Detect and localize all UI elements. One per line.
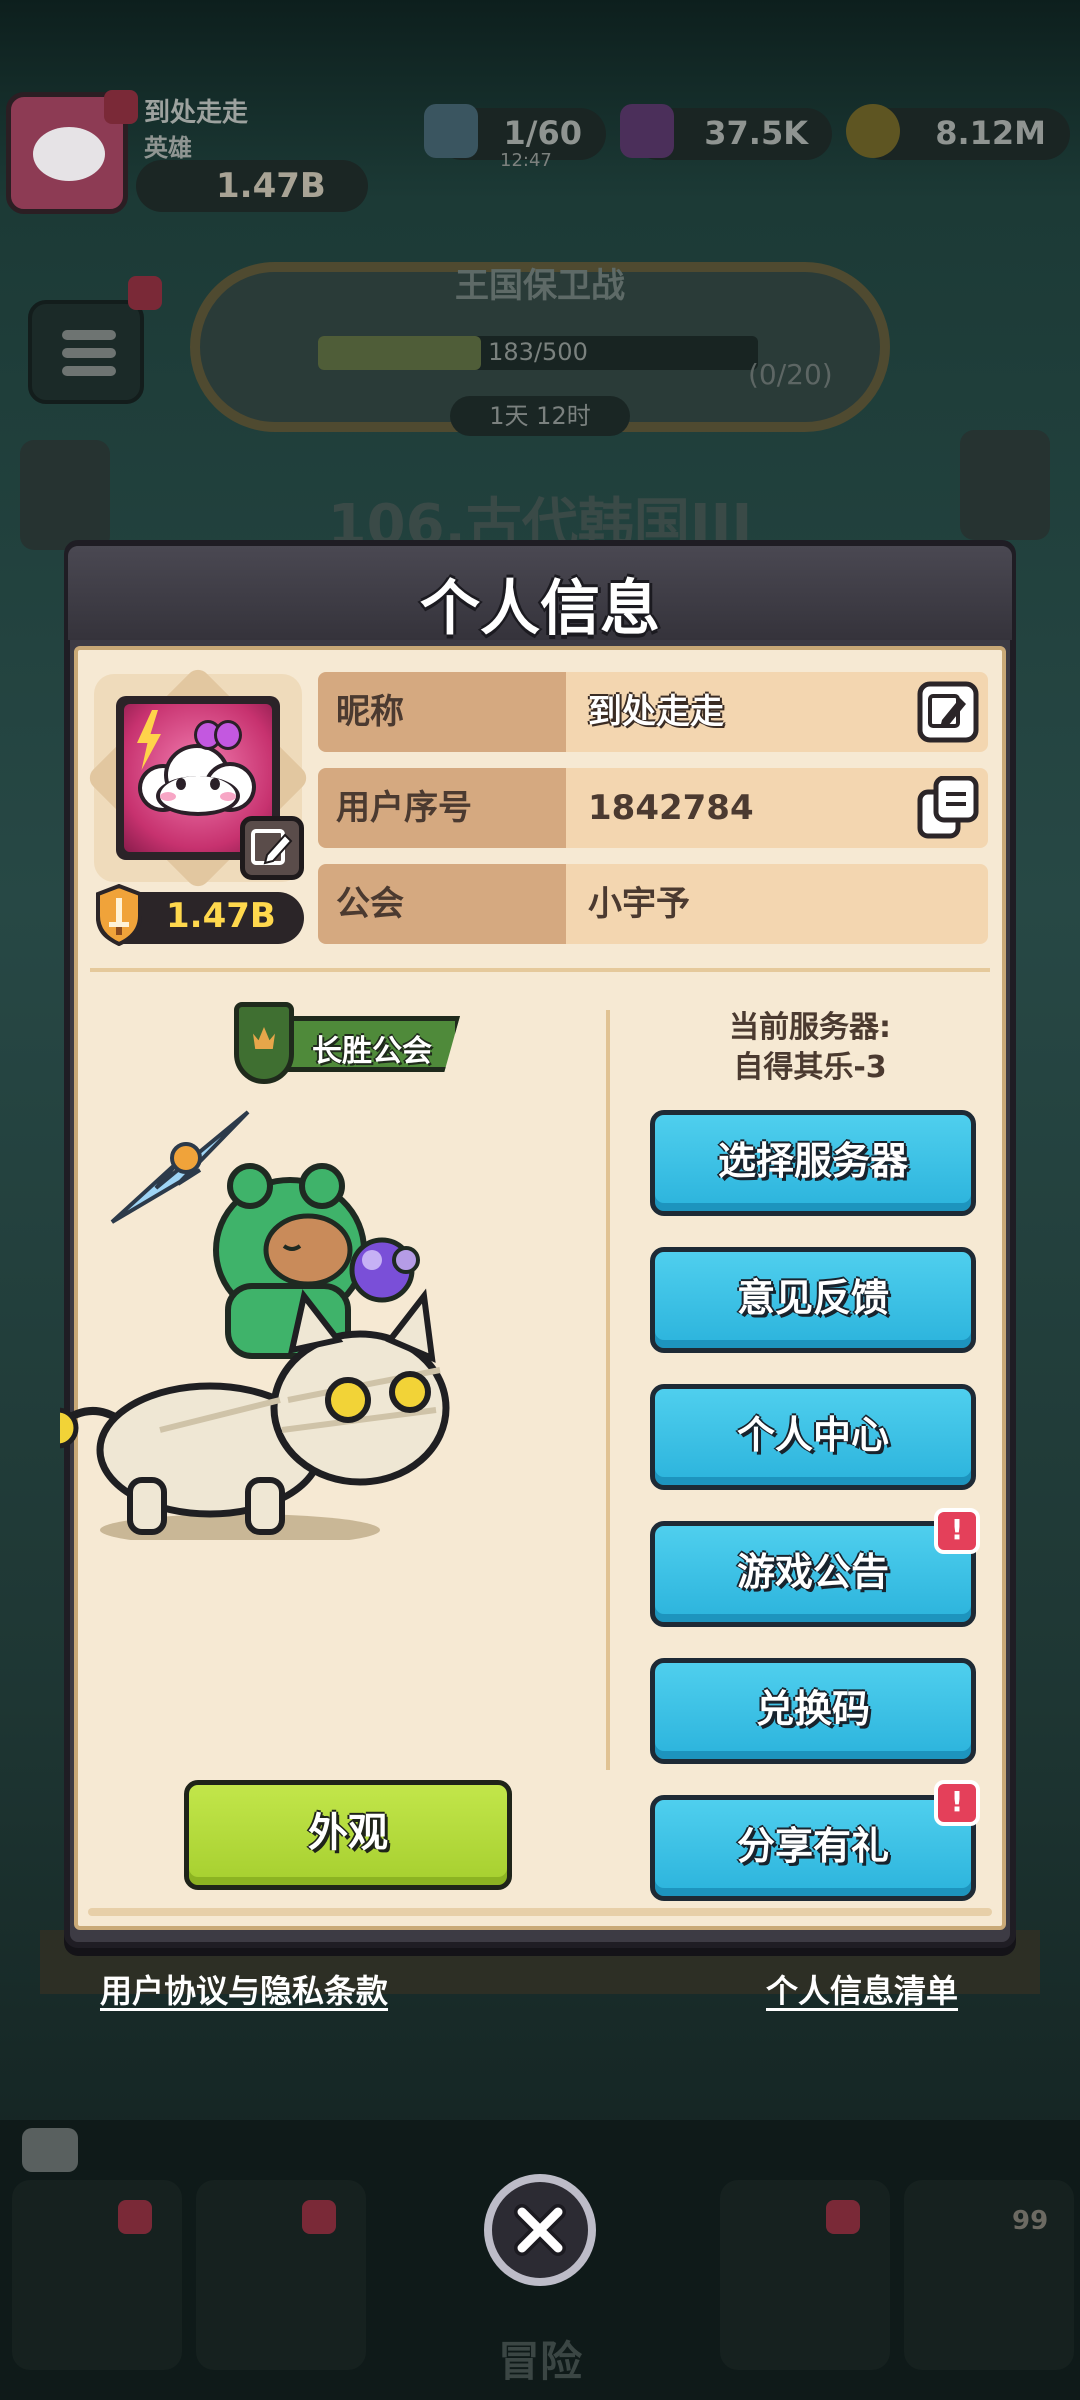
bg-energy-timer: 12:47 [500,150,552,171]
user-id-label: 用户序号 [318,768,566,848]
announcement-button[interactable]: 游戏公告 [650,1521,976,1627]
pencil-icon [251,829,293,865]
current-server-name: 自得其乐-3 [733,1050,887,1085]
bg-player-name: 到处走走 [144,98,249,128]
bg-event-title: 王国保卫战 [455,266,625,306]
guild-row: 公会 小宇予 [318,864,988,944]
bg-gold-counter: 8.12M [846,104,1070,160]
close-button[interactable] [484,2174,596,2286]
lightning-wand-icon [110,1110,250,1224]
bg-tab-alert-badge [118,2200,152,2234]
bg-gem-counter: 37.5K [620,104,832,160]
hero-rider [213,1163,367,1359]
guild-badge-label: 长胜公会 [312,1034,432,1069]
bg-tab-adventure-label: 冒险 [497,2337,582,2386]
share-reward-button[interactable]: 分享有礼 [650,1795,976,1901]
edit-nickname-button[interactable] [916,680,980,744]
guild-value: 小宇予 [566,864,988,944]
bg-menu-button [28,300,144,404]
bg-tab-alert-badge [826,2200,860,2234]
guild-label: 公会 [318,864,566,944]
bow-icon [194,720,242,750]
current-server-label: 当前服务器: [729,1010,891,1045]
user-center-button[interactable]: 个人中心 [650,1384,976,1490]
nickname-row: 昵称 到处走走 [318,672,988,752]
bg-chat-icon [22,2128,78,2172]
bg-avatar-alert-badge [104,90,138,124]
select-server-button[interactable]: 选择服务器 [650,1110,976,1216]
personal-info-list-link[interactable]: 个人信息清单 [766,1966,958,2012]
bg-event-time: 1天 12时 [450,396,630,436]
cloud-mascot-icon [138,744,258,818]
nickname-label: 昵称 [318,672,566,752]
guild-badge: 长胜公会 [234,1002,474,1088]
bg-event-count: (0/20) [748,358,833,391]
bg-tab-alert-badge [302,2200,336,2234]
appearance-button[interactable]: 外观 [184,1780,512,1890]
character-preview [60,1110,450,1540]
bg-tab-count: 99 [1012,2206,1049,2236]
share-alert-badge: ! [934,1780,980,1826]
bg-event-progress-text: 183/500 [488,338,588,366]
close-icon [514,2204,566,2256]
bg-side-button-left [20,440,110,550]
announcement-alert-badge: ! [934,1508,980,1554]
power-value: 1.47B [166,896,276,936]
bg-side-button-right [960,430,1050,540]
feedback-button[interactable]: 意见反馈 [650,1247,976,1353]
sword-icon [96,884,142,946]
copy-icon[interactable] [916,776,980,840]
section-divider [90,968,990,972]
column-divider [606,1010,610,1770]
edit-avatar-button[interactable] [240,816,304,880]
modal-title: 个人信息 [420,574,660,644]
bg-player-title: 英雄 [144,134,192,162]
privacy-policy-link[interactable]: 用户协议与隐私条款 [100,1966,388,2012]
user-id-row: 用户序号 1842784 [318,768,988,848]
redeem-code-button[interactable]: 兑换码 [650,1658,976,1764]
guild-crown-icon [234,1002,294,1084]
bg-power-value: 1.47B [216,166,326,206]
purple-gem-icon [349,1237,420,1303]
